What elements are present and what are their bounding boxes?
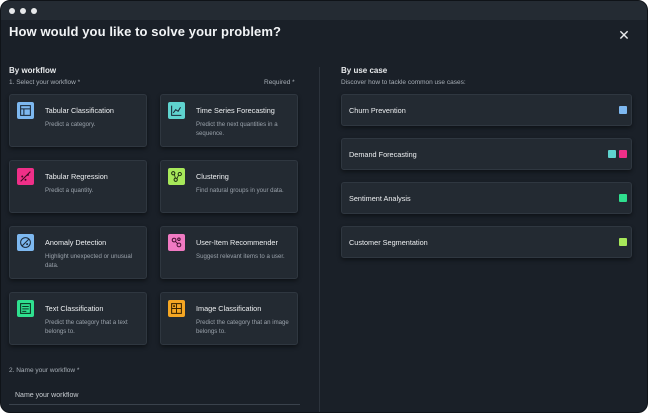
workflow-card-description: Suggest relevant items to a user. (196, 252, 294, 261)
usecase-customer-segmentation[interactable]: Customer Segmentation (341, 226, 632, 258)
workflow-card-title: User-Item Recommender (196, 238, 278, 247)
line-chart-icon (168, 102, 185, 119)
workflow-card-title: Time Series Forecasting (196, 106, 275, 115)
workflow-card-title: Clustering (196, 172, 229, 181)
workflow-color-tag-icon (619, 106, 627, 114)
table-classification-icon (17, 102, 34, 119)
window-dot-icon (31, 8, 37, 14)
workflow-card-title: Tabular Classification (45, 106, 114, 115)
required-label: Required * (264, 79, 295, 86)
workflow-card-description: Predict the category that an image belon… (196, 318, 294, 336)
usecase-demand-forecasting[interactable]: Demand Forecasting (341, 138, 632, 170)
workflow-card-title: Anomaly Detection (45, 238, 106, 247)
workflow-card-title: Text Classification (45, 304, 103, 313)
text-classification-icon (17, 300, 34, 317)
workflow-card-image-classification[interactable]: Image Classification Predict the category… (160, 292, 298, 345)
workflow-card-tabular-regression[interactable]: Tabular Regression Predict a quantity. (9, 160, 147, 213)
workflow-card-title: Tabular Regression (45, 172, 108, 181)
workflow-color-tag-icon (608, 150, 616, 158)
usecase-label: Customer Segmentation (349, 238, 428, 247)
name-workflow-label: 2. Name your workflow * (9, 367, 79, 374)
workflow-name-input[interactable] (9, 386, 300, 405)
workflow-card-description: Predict the category that a text belongs… (45, 318, 143, 336)
recommender-icon (168, 234, 185, 251)
workflow-card-description: Highlight unexpected or unusual data. (45, 252, 143, 270)
workflow-color-tag-icon (619, 194, 627, 202)
clustering-icon (168, 168, 185, 185)
workflow-card-tabular-classification[interactable]: Tabular Classification Predict a category… (9, 94, 147, 147)
select-workflow-label: 1. Select your workflow * (9, 79, 80, 86)
usecase-section-title: By use case (341, 66, 387, 75)
workflow-card-description: Predict the next quantities in a sequenc… (196, 120, 294, 138)
workflow-card-clustering[interactable]: Clustering Find natural groups in your da… (160, 160, 298, 213)
window-dot-icon (20, 8, 26, 14)
section-divider (319, 67, 320, 412)
usecase-subtitle: Discover how to tackle common use cases: (341, 79, 466, 86)
image-classification-icon (168, 300, 185, 317)
anomaly-icon (17, 234, 34, 251)
window-dot-icon (9, 8, 15, 14)
usecase-sentiment-analysis[interactable]: Sentiment Analysis (341, 182, 632, 214)
workflow-card-description: Predict a quantity. (45, 186, 143, 195)
workflow-card-user-item-recommender[interactable]: User-Item Recommender Suggest relevant it… (160, 226, 298, 279)
regression-icon (17, 168, 34, 185)
workflow-card-text-classification[interactable]: Text Classification Predict the category … (9, 292, 147, 345)
workflow-color-tag-icon (619, 150, 627, 158)
workflow-card-time-series-forecasting[interactable]: Time Series Forecasting Predict the next … (160, 94, 298, 147)
workflow-card-title: Image Classification (196, 304, 261, 313)
window-titlebar (1, 1, 648, 20)
close-icon[interactable]: ✕ (617, 28, 631, 42)
dialog-window: How would you like to solve your problem… (0, 0, 648, 413)
dialog-title: How would you like to solve your problem… (9, 24, 281, 39)
usecase-churn-prevention[interactable]: Churn Prevention (341, 94, 632, 126)
workflow-section-title: By workflow (9, 66, 56, 75)
workflow-card-description: Predict a category. (45, 120, 143, 129)
workflow-color-tag-icon (619, 238, 627, 246)
workflow-card-description: Find natural groups in your data. (196, 186, 294, 195)
workflow-card-anomaly-detection[interactable]: Anomaly Detection Highlight unexpected or… (9, 226, 147, 279)
usecase-label: Sentiment Analysis (349, 194, 411, 203)
usecase-label: Churn Prevention (349, 106, 406, 115)
usecase-label: Demand Forecasting (349, 150, 417, 159)
